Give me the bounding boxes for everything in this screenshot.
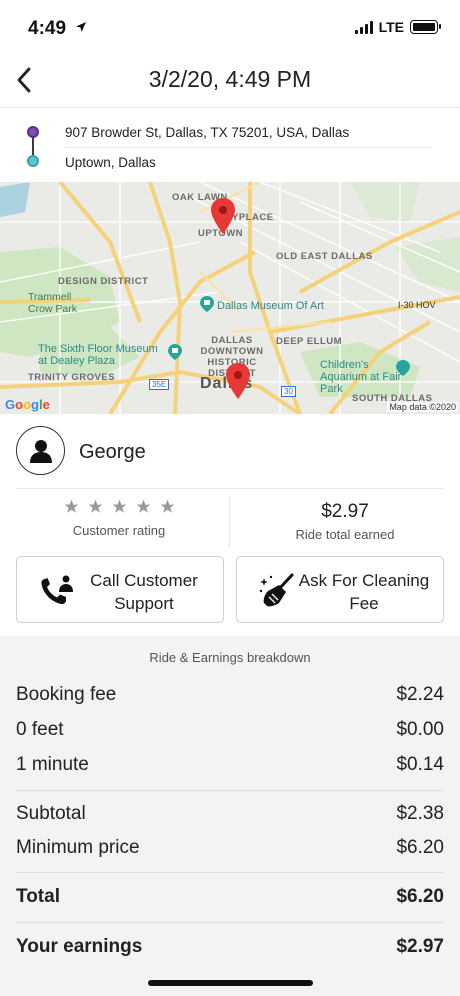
line-label: 0 feet xyxy=(16,719,64,740)
line-label: Subtotal xyxy=(16,803,86,824)
map-label-design-district: DESIGN DISTRICT xyxy=(58,276,149,287)
line-minimum-price: Minimum price $6.20 xyxy=(16,837,444,859)
line-value: $6.20 xyxy=(396,886,444,907)
museum-pin-icon xyxy=(200,296,214,312)
pickup-dot-icon xyxy=(27,126,39,138)
star-icon xyxy=(88,499,102,513)
map-label-dallas-museum-of-art: Dallas Museum Of Art xyxy=(217,300,324,312)
route-divider xyxy=(65,147,432,148)
battery-icon xyxy=(410,20,441,34)
phone-support-icon xyxy=(41,575,73,605)
line-label: Booking fee xyxy=(16,684,117,705)
earnings-breakdown: Ride & Earnings breakdown Booking fee $2… xyxy=(0,636,460,996)
network-label: LTE xyxy=(378,19,404,35)
status-time: 4:49 xyxy=(28,18,67,39)
location-arrow-icon xyxy=(76,22,86,32)
line-label: 1 minute xyxy=(16,754,89,775)
rating-stars xyxy=(8,499,230,517)
map-label-deep-ellum: DEEP ELLUM xyxy=(276,336,343,347)
map-label-trinity-groves: TRINITY GROVES xyxy=(28,372,116,383)
home-indicator[interactable] xyxy=(148,980,313,986)
person-icon xyxy=(29,439,52,463)
header: 3/2/20, 4:49 PM xyxy=(0,54,460,108)
customer-rating-label: Customer rating xyxy=(72,523,166,538)
signal-icon xyxy=(354,20,373,34)
google-logo: Google xyxy=(5,397,50,412)
dropoff-dot-icon xyxy=(27,155,39,167)
map-label-childrens-aquarium: Children's Aquarium at Fair Park xyxy=(320,359,402,395)
map-label-i30-hov: I-30 HOV xyxy=(398,300,436,310)
pickup-address: 907 Browder St, Dallas, TX 75201, USA, D… xyxy=(65,125,350,140)
customer-rating: Customer rating xyxy=(8,489,230,549)
line-time: 1 minute $0.14 xyxy=(16,754,444,776)
route-map[interactable]: OAK LAWN YPLACE UPTOWN OLD EAST DALLAS D… xyxy=(0,182,460,414)
map-label-uptown-place: YPLACE xyxy=(232,212,274,223)
line-value: $2.97 xyxy=(396,936,444,957)
avatar xyxy=(16,426,65,475)
star-icon xyxy=(160,499,174,513)
breakdown-divider xyxy=(16,922,444,923)
line-value: $2.24 xyxy=(396,684,444,705)
dropoff-address: Uptown, Dallas xyxy=(65,155,156,170)
line-label: Your earnings xyxy=(16,936,143,957)
star-icon xyxy=(64,499,78,513)
breakdown-divider xyxy=(16,790,444,791)
star-icon xyxy=(112,499,126,513)
ride-total-earned-label: Ride total earned xyxy=(295,527,395,542)
ask-cleaning-fee-button[interactable]: Ask For Cleaning Fee xyxy=(236,556,444,623)
status-bar: 4:49 LTE xyxy=(0,0,460,54)
line-value: $6.20 xyxy=(396,837,444,858)
call-customer-support-label: Call Customer Support xyxy=(90,571,198,613)
customer-name: George xyxy=(79,441,146,463)
status-indicators: LTE xyxy=(354,19,441,35)
breakdown-title: Ride & Earnings breakdown xyxy=(149,650,311,665)
line-value: $2.38 xyxy=(396,803,444,824)
dropoff-pin-icon xyxy=(211,198,235,234)
map-label-old-east-dallas: OLD EAST DALLAS xyxy=(276,251,373,262)
line-your-earnings: Your earnings $2.97 xyxy=(16,936,444,958)
broom-icon xyxy=(259,573,294,607)
map-label-trammell-crow: Trammell Crow Park xyxy=(28,291,78,315)
line-total: Total $6.20 xyxy=(16,886,444,908)
ride-total-earned: $2.97 Ride total earned xyxy=(230,489,460,549)
line-subtotal: Subtotal $2.38 xyxy=(16,803,444,825)
route-summary: 907 Browder St, Dallas, TX 75201, USA, D… xyxy=(0,110,460,182)
line-value: $0.00 xyxy=(396,719,444,740)
star-icon xyxy=(136,499,150,513)
line-label: Minimum price xyxy=(16,837,140,858)
map-shield-30: 30 xyxy=(281,386,296,397)
ask-cleaning-fee-label: Ask For Cleaning Fee xyxy=(298,571,430,613)
line-booking-fee: Booking fee $2.24 xyxy=(16,684,444,706)
ride-stats: Customer rating $2.97 Ride total earned xyxy=(0,489,460,555)
map-shield-35e: 35E xyxy=(149,379,170,390)
line-value: $0.14 xyxy=(396,754,444,775)
customer-row: George xyxy=(0,414,460,489)
line-distance: 0 feet $0.00 xyxy=(16,719,444,741)
page-title: 3/2/20, 4:49 PM xyxy=(148,66,312,92)
map-label-sixth-floor: The Sixth Floor Museum at Dealey Plaza xyxy=(38,343,158,367)
aquarium-pin-icon xyxy=(396,360,410,376)
sixth-floor-pin-icon xyxy=(168,344,182,360)
line-label: Total xyxy=(16,886,60,907)
ride-total-earned-value: $2.97 xyxy=(321,501,369,522)
call-customer-support-button[interactable]: Call Customer Support xyxy=(16,556,224,623)
breakdown-divider xyxy=(16,872,444,873)
map-attribution: Map data ©2020 xyxy=(387,402,458,412)
pickup-pin-icon xyxy=(226,363,250,399)
